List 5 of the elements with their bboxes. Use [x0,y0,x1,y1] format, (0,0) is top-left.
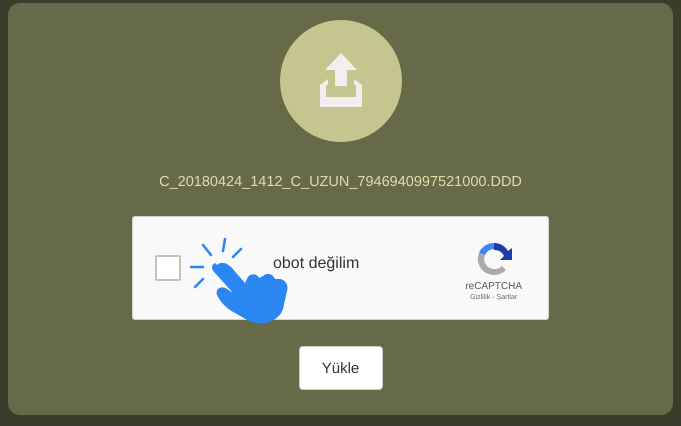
upload-button[interactable]: Yükle [298,346,382,390]
checkbox[interactable] [155,255,181,281]
recaptcha-brand: reCAPTCHA [465,281,522,292]
file-name: C_20180424_1412_C_UZUN_7946940997521000.DDD [159,174,522,190]
checkbox-label: obot değilim [273,255,360,273]
